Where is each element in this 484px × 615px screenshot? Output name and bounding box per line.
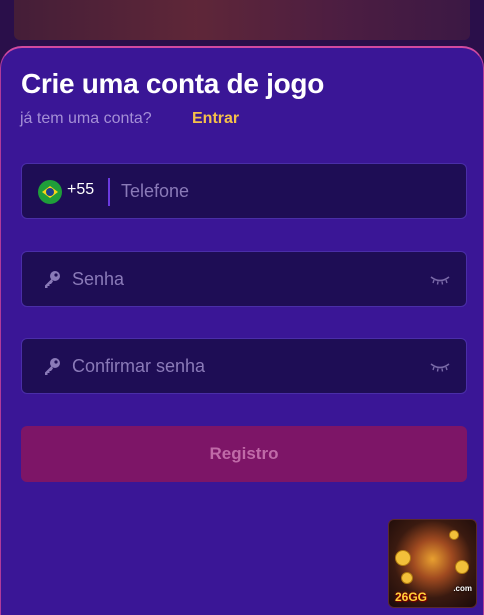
- phone-input[interactable]: [121, 164, 451, 218]
- password-field: [21, 251, 467, 307]
- eye-closed-icon[interactable]: [430, 361, 450, 373]
- promo-brand: 26GG: [395, 590, 428, 604]
- promo-domain: .com: [453, 584, 472, 593]
- register-button[interactable]: Registro: [21, 426, 467, 482]
- country-code[interactable]: +55: [67, 181, 94, 199]
- phone-field: +55: [21, 163, 467, 219]
- key-icon: [45, 271, 60, 288]
- key-icon: [45, 358, 60, 375]
- top-banner: [14, 0, 470, 40]
- eye-closed-icon[interactable]: [430, 274, 450, 286]
- page-title: Crie uma conta de jogo: [21, 68, 324, 99]
- login-link[interactable]: Entrar: [192, 110, 239, 128]
- confirm-password-field: [21, 338, 467, 394]
- confirm-password-input[interactable]: [72, 339, 422, 393]
- password-input[interactable]: [72, 252, 422, 306]
- have-account-text: já tem uma conta?: [20, 110, 152, 127]
- promo-badge[interactable]: .com 26GG: [388, 519, 477, 608]
- divider: [108, 178, 110, 206]
- brazil-flag-icon: [38, 180, 62, 204]
